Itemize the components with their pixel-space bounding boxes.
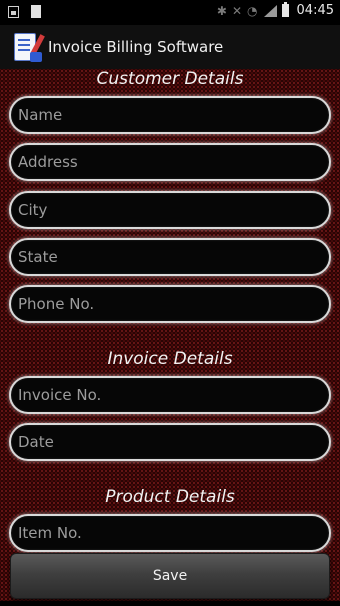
customer-details-heading: Customer Details bbox=[96, 69, 244, 89]
product-details-heading: Product Details bbox=[105, 487, 235, 507]
form-content: Customer Details Invoice Details Product… bbox=[0, 69, 340, 606]
invoice-no-field[interactable] bbox=[9, 376, 331, 414]
item-no-field[interactable] bbox=[9, 514, 331, 552]
city-field[interactable] bbox=[9, 191, 331, 229]
status-left-icons bbox=[8, 5, 41, 18]
name-field[interactable] bbox=[9, 96, 331, 134]
invoice-details-heading: Invoice Details bbox=[107, 349, 233, 369]
app-title: Invoice Billing Software bbox=[48, 38, 224, 56]
wifi-icon: ◔ bbox=[247, 3, 258, 18]
address-field[interactable] bbox=[9, 143, 331, 181]
screen: ✱ ✕ ◔ 04:45 Invoice Billing Software Cus… bbox=[0, 0, 340, 606]
invoice-app-icon[interactable] bbox=[12, 32, 45, 62]
mute-icon: ✕ bbox=[231, 3, 243, 18]
date-field[interactable] bbox=[9, 423, 331, 461]
status-time: 04:45 bbox=[296, 3, 334, 18]
bluetooth-icon: ✱ bbox=[216, 3, 227, 18]
block-icon bbox=[31, 5, 41, 18]
status-right-icons: ✱ ✕ ◔ 04:45 bbox=[216, 2, 334, 18]
state-field[interactable] bbox=[9, 238, 331, 276]
save-button[interactable]: Save bbox=[10, 553, 330, 599]
image-icon bbox=[8, 5, 19, 18]
status-bar: ✱ ✕ ◔ 04:45 bbox=[0, 0, 340, 25]
action-bar: Invoice Billing Software bbox=[0, 25, 340, 69]
phone-field[interactable] bbox=[9, 285, 331, 323]
battery-icon bbox=[281, 2, 289, 17]
signal-icon bbox=[263, 4, 277, 18]
bottom-edge bbox=[0, 601, 340, 606]
